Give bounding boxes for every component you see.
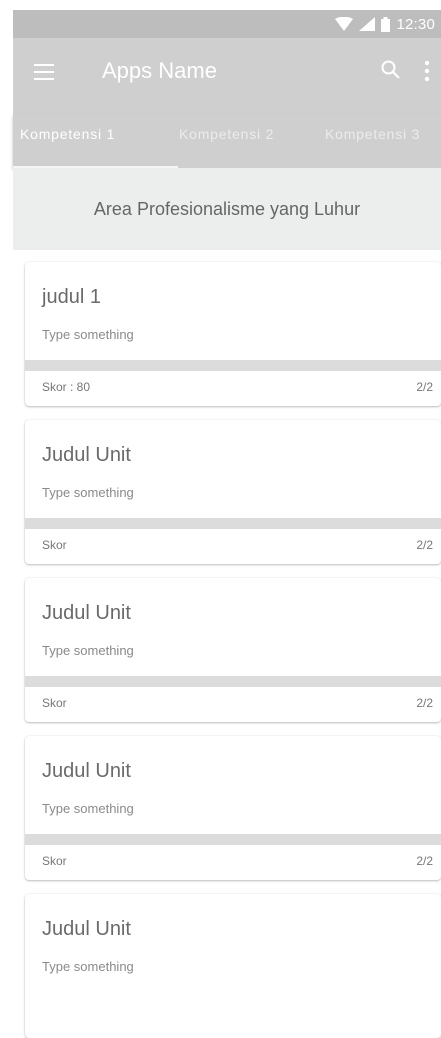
battery-icon [381,16,391,32]
card-title: Judul Unit [42,918,131,940]
app-title: Apps Name [102,58,217,83]
card-title: judul 1 [42,286,101,308]
area-title: Area Profesionalisme yang Luhur [13,168,441,250]
card-progress-bar [25,518,441,529]
card-progress-bar [25,676,441,687]
card-title: Judul Unit [42,602,131,624]
card-title: Judul Unit [42,444,131,466]
card-count: 2/2 [416,854,433,868]
card-count: 2/2 [416,538,433,552]
menu-icon[interactable] [34,64,54,80]
tab-kompetensi-3[interactable]: Kompetensi 3 [325,126,420,142]
card-subtitle: Type something [42,643,134,658]
card-subtitle: Type something [42,327,134,342]
card-score: Skor [42,854,67,868]
search-icon[interactable] [380,59,402,81]
status-bar: 12:30 [13,10,441,38]
card-progress-bar [25,834,441,845]
unit-card[interactable]: Judul Unit Type something Skor 2/2 [25,420,441,564]
card-count: 2/2 [416,380,433,394]
area-title-text: Area Profesionalisme yang Luhur [93,198,361,219]
card-count: 2/2 [416,696,433,710]
card-score: Skor [42,538,67,552]
wifi-icon [335,17,354,31]
unit-card[interactable]: Judul Unit Type something [25,894,441,1038]
unit-card[interactable]: Judul Unit Type something Skor 2/2 [25,736,441,880]
card-progress-bar [25,360,441,371]
tab-kompetensi-2[interactable]: Kompetensi 2 [179,126,274,142]
card-score: Skor : 80 [42,380,91,394]
status-time: 12:30 [396,15,435,33]
tab-bar: Kompetensi 1 Kompetensi 2 Kompetensi 3 [13,114,441,168]
signal-icon [359,17,376,31]
more-vert-icon[interactable] [423,60,431,82]
card-subtitle: Type something [42,801,134,816]
app-bar: Apps Name [13,38,441,114]
card-subtitle: Type something [42,959,134,974]
unit-card[interactable]: Judul Unit Type something Skor 2/2 [25,578,441,722]
unit-card[interactable]: judul 1 Type something Skor : 80 2/2 [25,262,441,406]
card-title: Judul Unit [42,760,131,782]
tab-kompetensi-1[interactable]: Kompetensi 1 [20,126,115,142]
card-score: Skor [42,696,67,710]
card-subtitle: Type something [42,485,134,500]
